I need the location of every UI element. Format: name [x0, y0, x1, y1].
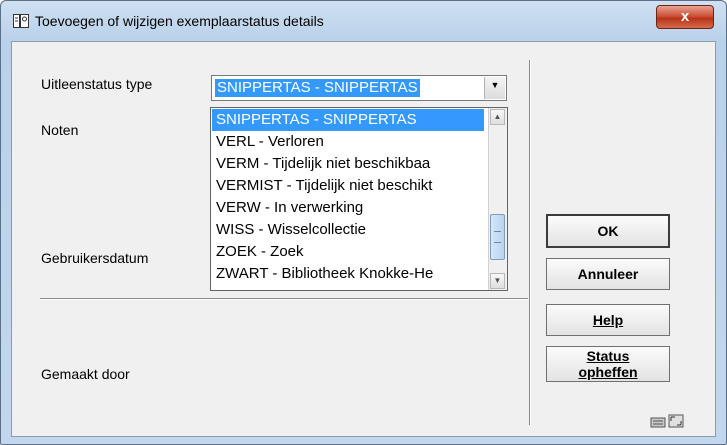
status-clear-label-line2: opheffen [578, 364, 638, 380]
grip-icon [494, 231, 501, 243]
dropdown-item[interactable]: WISS - Wisselcollectie [212, 219, 484, 241]
dropdown-item[interactable]: VERL - Verloren [212, 131, 484, 153]
status-type-dropdown-list[interactable]: SNIPPERTAS - SNIPPERTAS VERL - Verloren … [210, 107, 508, 291]
help-button-label: Help [592, 312, 624, 328]
status-type-combobox[interactable]: SNIPPERTAS - SNIPPERTAS ▼ [211, 75, 507, 101]
user-date-label: Gebruikersdatum [41, 250, 149, 266]
notes-label: Noten [41, 122, 79, 138]
scrollbar-thumb[interactable] [490, 214, 505, 260]
ok-button[interactable]: OK [546, 214, 670, 248]
dropdown-scrollbar[interactable]: ▲ ▼ [488, 108, 507, 290]
scroll-up-icon[interactable]: ▲ [490, 109, 505, 125]
window-title: Toevoegen of wijzigen exemplaarstatus de… [35, 13, 324, 29]
scroll-down-icon[interactable]: ▼ [490, 273, 505, 289]
app-icon [13, 14, 29, 28]
dialog-window: Toevoegen of wijzigen exemplaarstatus de… [0, 0, 727, 445]
status-clear-button[interactable]: Status opheffen [546, 346, 670, 382]
cancel-button[interactable]: Annuleer [546, 258, 670, 290]
title-bar[interactable]: Toevoegen of wijzigen exemplaarstatus de… [1, 1, 726, 39]
dropdown-item[interactable]: ZOEK - Zoek [212, 241, 484, 263]
dropdown-item[interactable]: ZWART - Bibliotheek Knokke-He [212, 263, 484, 285]
status-type-label: Uitleenstatus type [41, 76, 153, 92]
window-size-icons [650, 414, 684, 428]
dialog-client-area: Uitleenstatus type Noten Gebruikersdatum… [11, 41, 716, 437]
dropdown-item[interactable]: VERM - Tijdelijk niet beschikbaa [212, 153, 484, 175]
horizontal-divider [40, 298, 528, 300]
status-clear-label-line1: Status [586, 348, 630, 364]
vertical-divider [529, 60, 531, 425]
close-icon: x [680, 8, 690, 25]
created-by-label: Gemaakt door [41, 366, 130, 382]
dropdown-item-selected[interactable]: SNIPPERTAS - SNIPPERTAS [212, 109, 484, 131]
chevron-down-icon: ▼ [490, 80, 500, 90]
close-button[interactable]: x [656, 5, 714, 29]
status-type-selected-value: SNIPPERTAS - SNIPPERTAS [215, 79, 420, 97]
combobox-dropdown-button[interactable]: ▼ [484, 77, 505, 99]
help-button[interactable]: Help [546, 304, 670, 336]
dropdown-item[interactable]: VERMIST - Tijdelijk niet beschikt [212, 175, 484, 197]
dropdown-item[interactable]: VERW - In verwerking [212, 197, 484, 219]
